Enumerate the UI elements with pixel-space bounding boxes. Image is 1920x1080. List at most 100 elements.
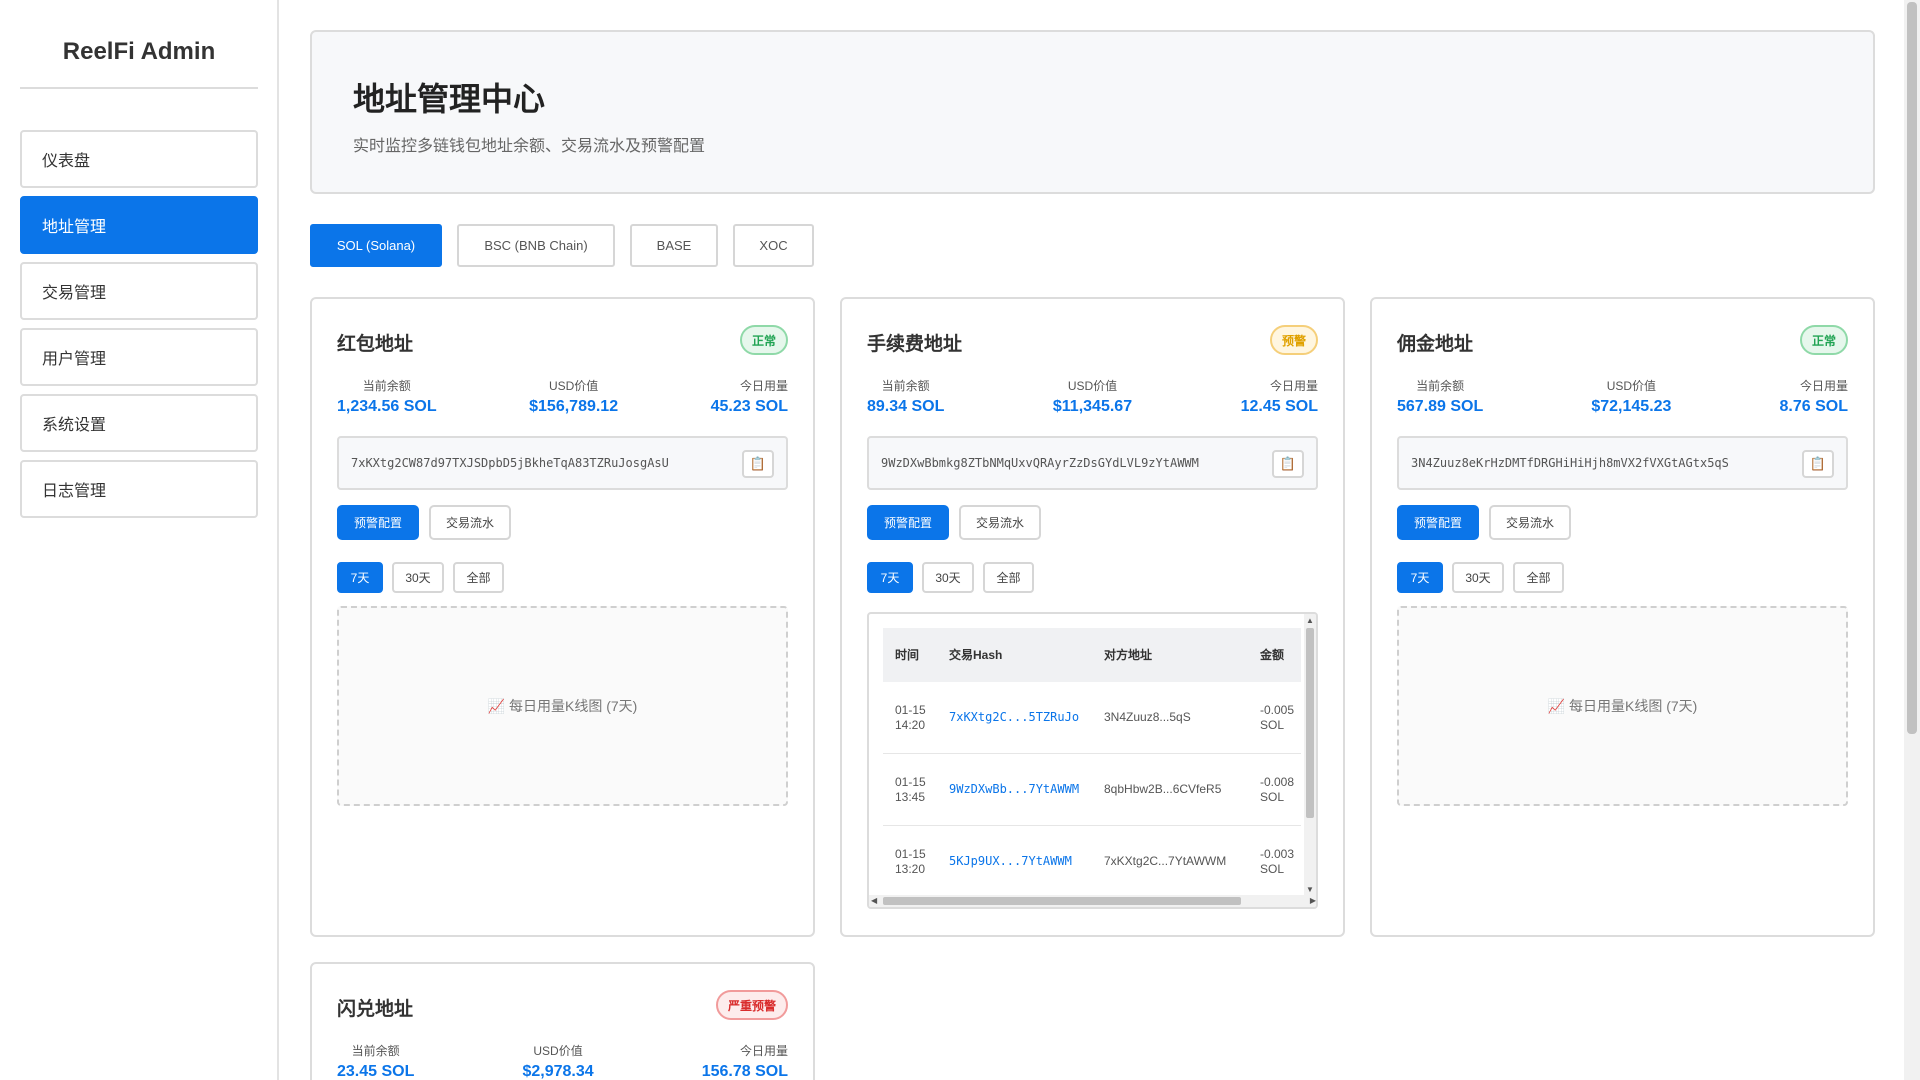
address-card-commission: 佣金地址 正常 当前余额 567.89 SOL USD价值 $72,145.23 今…: [1370, 297, 1875, 937]
balance-value: 1,234.56 SOL: [337, 398, 437, 415]
today-usage-value: 45.23 SOL: [710, 398, 788, 415]
vertical-scrollbar[interactable]: ▲ ▼: [1304, 614, 1316, 897]
balance-label: 当前余额: [1416, 379, 1465, 393]
today-usage-label: 今日用量: [739, 379, 788, 393]
card-stats: 当前余额 567.89 SOL USD价值 $72,145.23 今日用量 8.76 …: [1397, 377, 1848, 416]
scroll-left-arrow-icon[interactable]: ◀: [871, 896, 877, 906]
tx-flow-button[interactable]: 交易流水: [959, 505, 1041, 540]
brand-title: ReelFi Admin: [62, 38, 216, 65]
tx-hash-link[interactable]: 5KJp9UX...7YtAWWM: [949, 826, 1079, 897]
today-usage-label: 今日用量: [739, 1044, 788, 1058]
tx-amount: -0.005 SOL: [1260, 703, 1295, 732]
copy-icon[interactable]: 📋: [1272, 450, 1304, 478]
page-scrollbar[interactable]: [1904, 0, 1920, 1080]
usd-label: USD价值: [533, 1044, 583, 1058]
brand-divider: [20, 87, 258, 89]
range-all-button[interactable]: 全部: [1513, 562, 1564, 593]
today-usage-value: 12.45 SOL: [1240, 398, 1318, 415]
sidebar-item-log-management[interactable]: 日志管理: [20, 460, 258, 518]
balance-label: 当前余额: [351, 1044, 400, 1058]
address-card-fee: 手续费地址 预警 当前余额 89.34 SOL USD价值 $11,345.67 今…: [840, 297, 1345, 937]
horizontal-scroll-thumb[interactable]: [883, 897, 1241, 905]
transaction-table-panel: 时间 交易Hash 对方地址 金额 01-15 14:20 7xKXtg2C..…: [867, 612, 1318, 909]
address-text[interactable]: 9WzDXwBbmkg8ZTbNMqUxvQRAyrZzDsGYdLVL9zYt…: [881, 456, 1199, 470]
sidebar-item-transaction-management[interactable]: 交易管理: [20, 262, 258, 320]
tx-time: 01-15 13:45: [895, 775, 926, 804]
alert-config-button[interactable]: 预警配置: [867, 505, 949, 540]
chain-tab-xoc[interactable]: XOC: [733, 224, 814, 267]
range-all-button[interactable]: 全部: [983, 562, 1034, 593]
page-scroll-thumb[interactable]: [1907, 2, 1917, 734]
range-7d-button[interactable]: 7天: [867, 562, 913, 593]
sidebar-item-system-settings[interactable]: 系统设置: [20, 394, 258, 452]
address-box: 7xKXtg2CW87d97TXJSDpbD5jBkheTqA83TZRuJos…: [337, 436, 788, 490]
card-title: 佣金地址: [1397, 334, 1474, 355]
column-header-time: 时间: [895, 647, 920, 662]
range-30d-button[interactable]: 30天: [922, 562, 974, 593]
vertical-scroll-thumb[interactable]: [1306, 628, 1314, 818]
usd-value: $11,345.67: [1052, 398, 1133, 415]
page-header: 地址管理中心 实时监控多链钱包地址余额、交易流水及预警配置: [310, 30, 1875, 194]
address-text[interactable]: 3N4Zuuz8eKrHzDMTfDRGHiHiHjh8mVX2fVXGtAGt…: [1411, 456, 1729, 470]
column-header-amount: 金额: [1260, 647, 1285, 662]
daily-usage-chart-placeholder: 📈 每日用量K线图 (7天): [337, 606, 788, 806]
scroll-up-arrow-icon[interactable]: ▲: [1306, 616, 1314, 626]
tx-counterparty: 3N4Zuuz8...5qS: [1104, 710, 1191, 725]
tx-flow-button[interactable]: 交易流水: [1489, 505, 1571, 540]
range-30d-button[interactable]: 30天: [1452, 562, 1504, 593]
sidebar-item-address-management[interactable]: 地址管理: [20, 196, 258, 254]
alert-config-button[interactable]: 预警配置: [337, 505, 419, 540]
card-stats: 当前余额 1,234.56 SOL USD价值 $156,789.12 今日用量 45…: [337, 377, 788, 416]
card-stats: 当前余额 23.45 SOL USD价值 $2,978.34 今日用量 156.78 …: [337, 1042, 788, 1080]
status-badge: 正常: [739, 325, 788, 355]
tx-hash-link[interactable]: 9WzDXwBb...7YtAWWM: [949, 754, 1079, 825]
copy-icon[interactable]: 📋: [1802, 450, 1834, 478]
card-stats: 当前余额 89.34 SOL USD价值 $11,345.67 今日用量 12.45 …: [867, 377, 1318, 416]
status-badge: 严重预警: [715, 990, 788, 1020]
sidebar: ReelFi Admin 仪表盘 地址管理 交易管理 用户管理 系统设置 日志管…: [0, 0, 279, 1080]
chain-tab-bsc[interactable]: BSC (BNB Chain): [457, 224, 615, 267]
table-header: 时间 交易Hash 对方地址 金额: [883, 628, 1301, 682]
address-box: 9WzDXwBbmkg8ZTbNMqUxvQRAyrZzDsGYdLVL9zYt…: [867, 436, 1318, 490]
sidebar-item-user-management[interactable]: 用户管理: [20, 328, 258, 386]
range-7d-button[interactable]: 7天: [337, 562, 383, 593]
tx-flow-button[interactable]: 交易流水: [429, 505, 511, 540]
tx-counterparty: 8qbHbw2B...6CVfeR5: [1104, 782, 1222, 797]
range-all-button[interactable]: 全部: [453, 562, 504, 593]
chain-tab-sol[interactable]: SOL (Solana): [310, 224, 442, 267]
card-title: 红包地址: [337, 334, 414, 355]
today-usage-label: 今日用量: [1269, 379, 1318, 393]
copy-icon[interactable]: 📋: [742, 450, 774, 478]
alert-config-button[interactable]: 预警配置: [1397, 505, 1479, 540]
sidebar-item-dashboard[interactable]: 仪表盘: [20, 130, 258, 188]
address-card-swap: 闪兑地址 严重预警 当前余额 23.45 SOL USD价值 $2,978.34 今…: [310, 962, 815, 1080]
status-badge: 正常: [1799, 325, 1848, 355]
balance-value: 23.45 SOL: [337, 1063, 415, 1080]
scroll-right-arrow-icon[interactable]: ▶: [1310, 896, 1316, 906]
tx-time: 01-15 13:20: [895, 847, 926, 876]
daily-usage-chart-placeholder: 📈 每日用量K线图 (7天): [1397, 606, 1848, 806]
usd-label: USD价值: [1067, 379, 1118, 393]
range-30d-button[interactable]: 30天: [392, 562, 444, 593]
tx-counterparty: 7xKXtg2C...7YtAWWM: [1104, 854, 1227, 869]
scroll-down-arrow-icon[interactable]: ▼: [1306, 885, 1314, 895]
balance-value: 89.34 SOL: [867, 398, 945, 415]
balance-value: 567.89 SOL: [1397, 398, 1484, 415]
address-card-red-packet: 红包地址 正常 当前余额 1,234.56 SOL USD价值 $156,789.1…: [310, 297, 815, 937]
tx-time: 01-15 14:20: [895, 703, 926, 732]
page-subtitle: 实时监控多链钱包地址余额、交易流水及预警配置: [353, 138, 706, 155]
today-usage-label: 今日用量: [1799, 379, 1848, 393]
page-title: 地址管理中心: [353, 81, 546, 117]
range-7d-button[interactable]: 7天: [1397, 562, 1443, 593]
column-header-counterparty: 对方地址: [1104, 647, 1153, 662]
today-usage-value: 8.76 SOL: [1779, 398, 1848, 415]
address-text[interactable]: 7xKXtg2CW87d97TXJSDpbD5jBkheTqA83TZRuJos…: [351, 456, 669, 470]
usd-value: $156,789.12: [529, 398, 619, 415]
usd-value: $2,978.34: [522, 1063, 594, 1080]
balance-label: 当前余额: [881, 379, 930, 393]
balance-label: 当前余额: [362, 379, 411, 393]
tx-hash-link[interactable]: 7xKXtg2C...5TZRuJo: [949, 682, 1079, 753]
horizontal-scrollbar[interactable]: ◀ ▶: [869, 895, 1316, 907]
tx-amount: -0.008 SOL: [1260, 775, 1295, 804]
chain-tab-base[interactable]: BASE: [630, 224, 718, 267]
